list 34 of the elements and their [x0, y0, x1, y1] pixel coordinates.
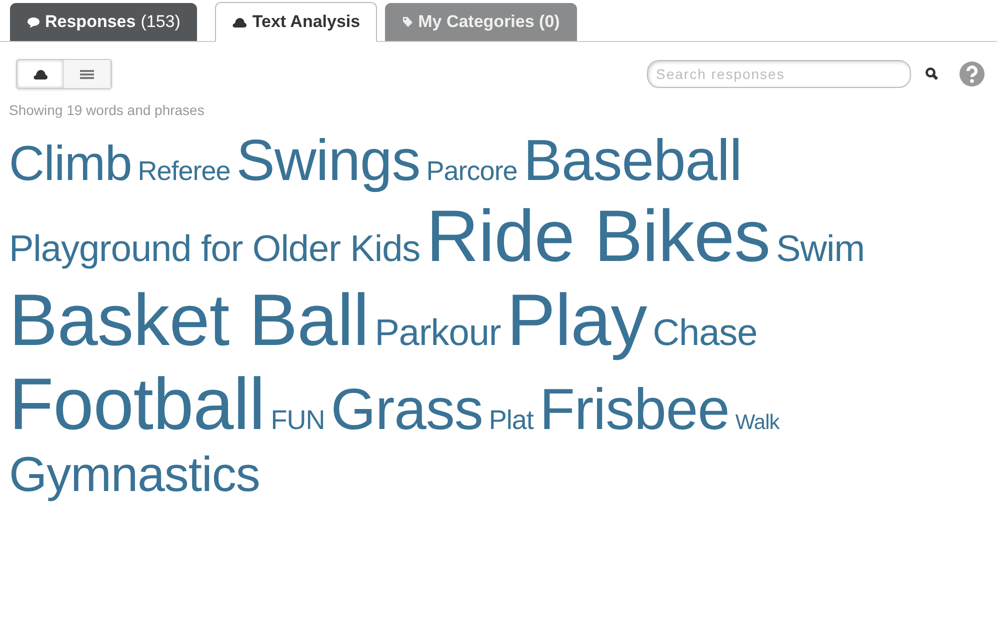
cloud-word[interactable]: Gymnastics [9, 446, 260, 503]
cloud-word[interactable]: Baseball [523, 128, 742, 195]
cloud-word[interactable]: Basket Ball [9, 278, 369, 363]
search-icon[interactable] [925, 67, 939, 81]
view-toggle-button[interactable] [17, 60, 64, 88]
tab-count: (153) [140, 12, 180, 32]
tag-icon [402, 16, 414, 28]
cloud-word[interactable]: Parkour [374, 312, 501, 354]
cloud-word[interactable]: Playground for Older Kids [9, 228, 420, 270]
speech-bubble-icon [27, 16, 40, 28]
cloud-icon [32, 68, 48, 80]
cloud-word[interactable]: Parcore [426, 156, 518, 188]
cloud-word[interactable]: Frisbee [539, 376, 730, 444]
cloud-word[interactable]: Chase [652, 312, 758, 354]
cloud-word[interactable]: Football [9, 362, 265, 446]
cloud-word[interactable]: Plat [488, 404, 534, 436]
cloud-word[interactable]: Grass [330, 376, 483, 444]
tab-label: Responses [45, 12, 136, 32]
cloud-word[interactable]: Climb [9, 136, 132, 192]
cloud-word[interactable]: Swings [236, 128, 420, 195]
list-icon [79, 68, 95, 80]
cloud-word[interactable]: Ride Bikes [426, 194, 770, 279]
tab[interactable]: Responses (153) [10, 3, 198, 41]
cloud-word[interactable]: Walk [735, 410, 780, 435]
summary-text: Showing 19 words and phrases [9, 102, 206, 118]
cloud-word[interactable]: Swim [776, 228, 865, 270]
cloud-word[interactable]: FUN [270, 404, 325, 436]
view-toggle-button[interactable] [64, 60, 111, 88]
help-icon[interactable] [959, 61, 985, 87]
tab[interactable]: Text Analysis [215, 2, 378, 42]
cloud-word[interactable]: Referee [138, 156, 230, 188]
cloud-icon [232, 16, 248, 28]
search-field[interactable]: Search responses [647, 60, 911, 88]
cloud-word[interactable]: Play [506, 278, 647, 363]
